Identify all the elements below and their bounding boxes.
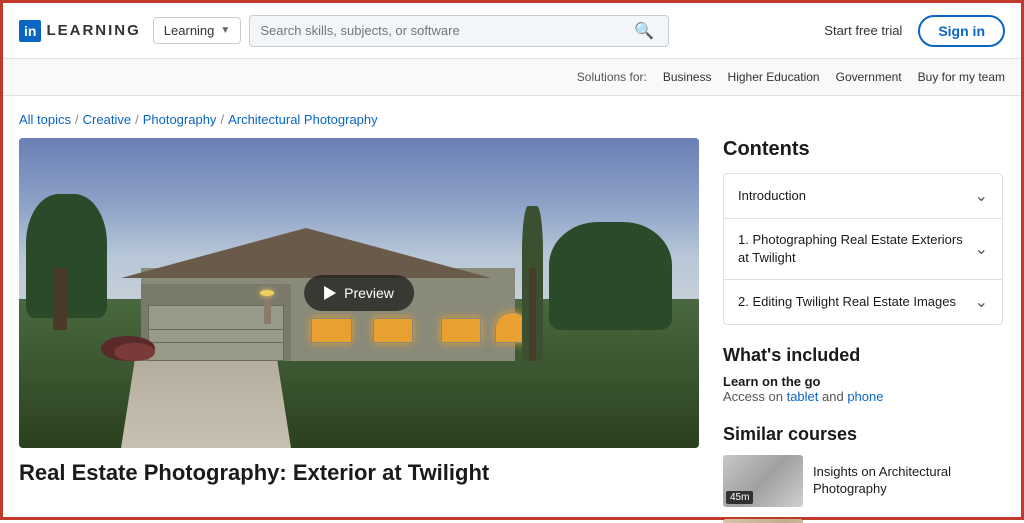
similar-thumb-1: 45m [723, 455, 803, 507]
right-panel: Contents Introduction ⌄ 1. Photographing… [723, 138, 1003, 523]
solutions-bar: Solutions for: Business Higher Education… [3, 59, 1021, 96]
logo-text: LEARNING [46, 22, 140, 39]
sign-in-button[interactable]: Sign in [918, 15, 1005, 47]
solutions-label: Solutions for: [577, 70, 647, 84]
chevron-down-icon: ⌄ [975, 186, 988, 206]
similar-course-1-duration: 45m [726, 491, 753, 504]
solutions-higher-ed[interactable]: Higher Education [728, 70, 820, 84]
solutions-team[interactable]: Buy for my team [918, 70, 1005, 84]
contents-item-2[interactable]: 2. Editing Twilight Real Estate Images ⌄ [724, 280, 1002, 324]
breadcrumb-photography[interactable]: Photography [143, 112, 217, 127]
dropdown-label: Learning [164, 23, 215, 38]
included-label: Learn on the go [723, 374, 1003, 389]
breadcrumb-all-topics[interactable]: All topics [19, 112, 71, 127]
search-input[interactable] [260, 23, 630, 38]
dropdown-arrow-icon: ▼ [220, 25, 230, 36]
logo: in LEARNING [19, 20, 141, 42]
contents-item-2-label: 2. Editing Twilight Real Estate Images [738, 293, 975, 311]
start-free-trial-link[interactable]: Start free trial [824, 23, 902, 38]
breadcrumb-sep-3: / [220, 112, 224, 127]
similar-course-1[interactable]: 45m Insights on Architectural Photograph… [723, 455, 1003, 507]
chevron-down-icon-3: ⌄ [975, 292, 988, 312]
included-item-mobile: Learn on the go Access on tablet and pho… [723, 374, 1003, 404]
contents-heading: Contents [723, 138, 1003, 161]
left-panel: Preview Real Estate Photography: Exterio… [19, 138, 699, 523]
contents-item-1[interactable]: 1. Photographing Real Estate Exteriors a… [724, 219, 1002, 280]
solutions-business[interactable]: Business [663, 70, 712, 84]
logo-in-badge: in [19, 20, 41, 42]
whats-included-section: What's included Learn on the go Access o… [723, 345, 1003, 404]
solutions-government[interactable]: Government [836, 70, 902, 84]
contents-item-1-label: 1. Photographing Real Estate Exteriors a… [738, 231, 975, 267]
chevron-down-icon-2: ⌄ [975, 239, 988, 259]
breadcrumb-sep-2: / [135, 112, 139, 127]
header: in LEARNING Learning ▼ 🔍 Start free tria… [3, 3, 1021, 59]
breadcrumb-architectural[interactable]: Architectural Photography [228, 112, 378, 127]
tablet-link[interactable]: tablet [787, 389, 819, 404]
phone-link[interactable]: phone [847, 389, 883, 404]
preview-button[interactable]: Preview [304, 275, 414, 311]
breadcrumb-sep-1: / [75, 112, 79, 127]
learning-dropdown[interactable]: Learning ▼ [153, 17, 242, 44]
header-right: Start free trial Sign in [824, 15, 1005, 47]
similar-course-1-name: Insights on Architectural Photography [813, 464, 1003, 498]
breadcrumb-creative[interactable]: Creative [83, 112, 131, 127]
contents-item-intro[interactable]: Introduction ⌄ [724, 174, 1002, 219]
similar-courses-title: Similar courses [723, 424, 1003, 445]
similar-course-1-info: Insights on Architectural Photography [813, 464, 1003, 498]
included-detail: Access on tablet and phone [723, 389, 1003, 404]
contents-list: Introduction ⌄ 1. Photographing Real Est… [723, 173, 1003, 325]
preview-label: Preview [344, 285, 394, 301]
contents-item-intro-label: Introduction [738, 187, 975, 205]
search-bar[interactable]: 🔍 [249, 15, 669, 47]
search-button[interactable]: 🔍 [630, 21, 658, 41]
course-title: Real Estate Photography: Exterior at Twi… [19, 448, 699, 490]
main-content: Preview Real Estate Photography: Exterio… [3, 138, 1021, 523]
whats-included-title: What's included [723, 345, 1003, 366]
course-image: Preview [19, 138, 699, 448]
breadcrumb: All topics / Creative / Photography / Ar… [3, 96, 1021, 138]
similar-courses-section: Similar courses 45m Insights on Architec… [723, 424, 1003, 523]
play-icon [324, 286, 336, 300]
